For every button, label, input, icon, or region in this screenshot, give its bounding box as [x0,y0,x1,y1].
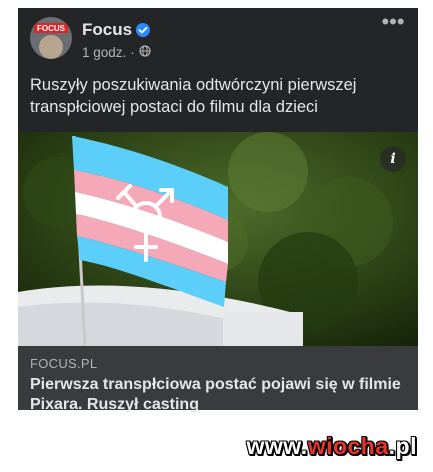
page-name[interactable]: Focus [82,20,132,40]
watermark-suffix: .pl [388,433,417,459]
watermark-prefix: www. [246,433,308,459]
globe-icon[interactable] [139,45,151,60]
avatar-logo-text: FOCUS [37,24,66,33]
link-title[interactable]: Pierwsza transpłciowa postać pojawi się … [30,375,406,415]
link-domain: FOCUS.PL [30,356,98,371]
more-options-icon[interactable]: ••• [378,11,408,38]
verified-badge-icon [136,23,150,37]
post-photo[interactable]: i [18,132,418,346]
post-card: FOCUS Focus 1 godz. · ••• Ruszyły poszuk… [18,8,418,413]
meta-separator: · [130,45,135,60]
flag-photo-image [18,132,418,346]
link-preview[interactable]: FOCUS.PL Pierwsza transpłciowa postać po… [18,346,418,413]
info-icon[interactable]: i [380,146,406,172]
post-header: FOCUS Focus 1 godz. · ••• [18,8,418,64]
post-text: Ruszyły poszukiwania odtwórczyni pierwsz… [30,76,357,116]
avatar-image: FOCUS [30,17,72,59]
site-watermark: www.wiocha.pl [246,433,417,460]
page-avatar[interactable]: FOCUS [30,17,72,59]
post-meta: 1 godz. · [82,45,151,60]
post-time[interactable]: 1 godz. [82,45,126,60]
watermark-accent: wiocha [307,433,389,459]
